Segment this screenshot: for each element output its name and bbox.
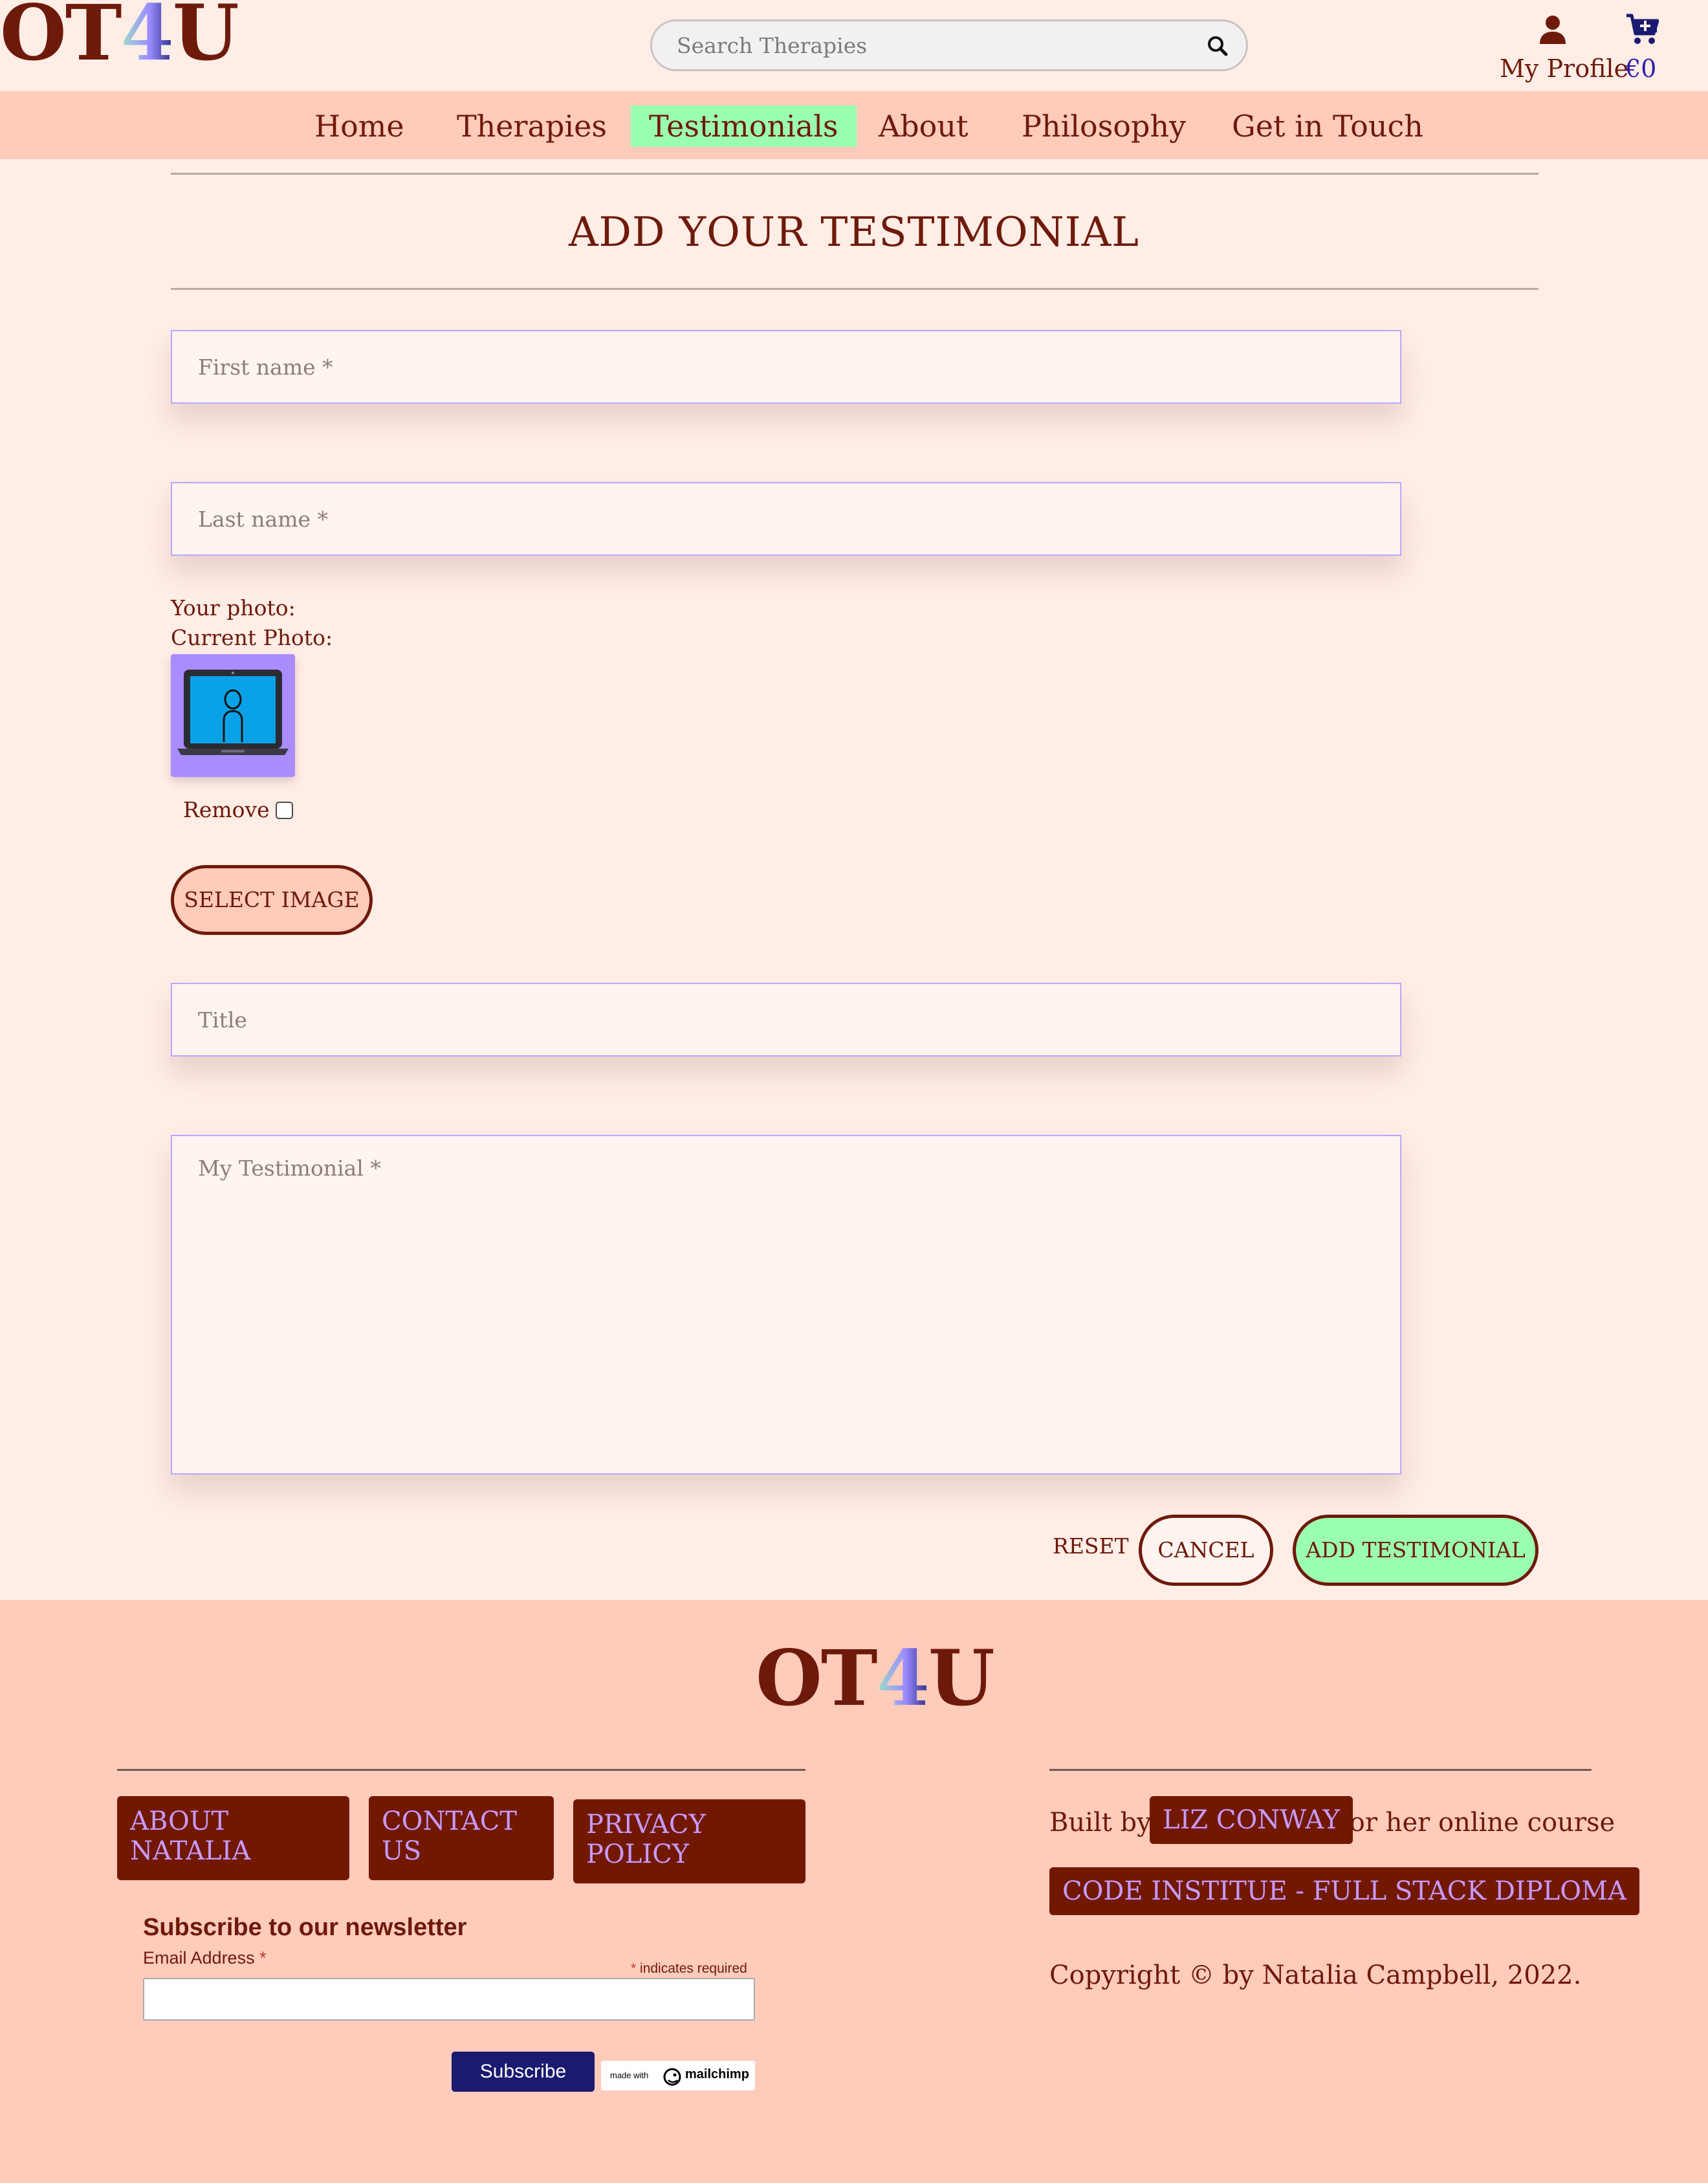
cart-total[interactable]: €0 [1625,54,1656,83]
user-icon [1540,16,1566,44]
title-field [171,983,1401,1057]
site-logo[interactable]: OT4U [0,0,239,71]
first-name-field [171,330,1401,404]
nav-item-philosophy[interactable]: Philosophy [1003,105,1204,147]
footer-logo-text-four: 4 [876,1633,930,1723]
footer-divider-right [1049,1769,1592,1771]
title-divider-bottom [171,288,1538,290]
main-nav: Home Therapies Testimonials About Philos… [0,91,1708,159]
newsletter-required-note: * indicates required [631,1961,747,1977]
newsletter-title: Subscribe to our newsletter [143,1914,467,1941]
page-title: ADD YOUR TESTIMONIAL [569,208,1139,256]
current-photo-label: Current Photo: [171,625,333,650]
remove-photo-label: Remove [183,797,270,822]
last-name-input[interactable] [172,483,1400,554]
mailchimp-badge-small: made with [610,2070,649,2080]
copyright-text: Copyright © by Natalia Campbell, 2022. [1049,1960,1582,1990]
newsletter-required-star: * [259,1948,267,1968]
author-link[interactable]: LIZ CONWAY [1150,1796,1353,1844]
search-input[interactable] [677,29,1181,61]
title-input[interactable] [172,984,1400,1055]
course-suffix: . [1577,1879,1586,1909]
nav-item-testimonials[interactable]: Testimonials [631,105,857,147]
remove-photo-checkbox[interactable] [276,802,293,819]
newsletter-required-note-text: indicates required [640,1961,747,1976]
cancel-button[interactable]: CANCEL [1139,1515,1273,1586]
reset-button[interactable]: RESET [1053,1533,1129,1559]
built-by-prefix: Built by [1049,1808,1152,1837]
testimonial-textarea[interactable] [172,1136,1400,1473]
search-button[interactable] [1205,33,1231,59]
mailchimp-badge[interactable]: made with mailchimp [601,2061,755,2090]
footer-divider-left [117,1769,805,1771]
profile-link-icon[interactable] [1538,14,1568,44]
laptop-user-icon [177,670,289,755]
mailchimp-icon [663,2068,681,2086]
search-icon [1208,36,1228,56]
logo-text-four: 4 [121,0,174,78]
newsletter-email-label: Email Address * [143,1948,267,1968]
select-image-button[interactable]: SELECT IMAGE [171,865,373,935]
first-name-input[interactable] [172,331,1400,402]
last-name-field [171,482,1401,556]
photo-label: Your photo: [171,595,296,620]
mailchimp-badge-brand: mailchimp [685,2067,749,2081]
footer-link-about-natalia[interactable]: ABOUT NATALIA [117,1796,349,1880]
footer-logo-text-ot: OT [756,1633,878,1723]
testimonial-field [171,1135,1401,1475]
nav-item-get-in-touch[interactable]: Get in Touch [1214,105,1441,147]
cart-plus-icon [1626,14,1659,44]
profile-link-label[interactable]: My Profile [1500,54,1628,83]
cart-link-icon[interactable] [1625,13,1659,45]
logo-text-u: U [172,0,239,78]
logo-text-ot: OT [0,0,122,78]
footer-logo-text-u: U [928,1633,995,1723]
course-link[interactable]: CODE INSTITUE - FULL STACK DIPLOMA [1049,1867,1639,1915]
newsletter-required-note-star: * [631,1961,637,1976]
add-testimonial-button[interactable]: ADD TESTIMONIAL [1293,1515,1538,1586]
title-divider-top [171,173,1538,175]
newsletter-email-input[interactable] [143,1978,755,2021]
newsletter-subscribe-button[interactable]: Subscribe [452,2052,595,2092]
search-form [650,19,1248,71]
newsletter-email-label-text: Email Address [143,1948,255,1968]
footer-link-contact-us[interactable]: CONTACT US [369,1796,554,1880]
nav-item-about[interactable]: About [860,105,986,147]
footer-logo[interactable]: OT4U [756,1640,995,1717]
footer-link-privacy-policy[interactable]: PRIVACY POLICY [573,1799,805,1883]
nav-item-home[interactable]: Home [296,105,422,147]
built-by-suffix: for her online course [1340,1808,1615,1837]
current-photo [171,654,295,777]
nav-item-therapies[interactable]: Therapies [439,105,625,147]
